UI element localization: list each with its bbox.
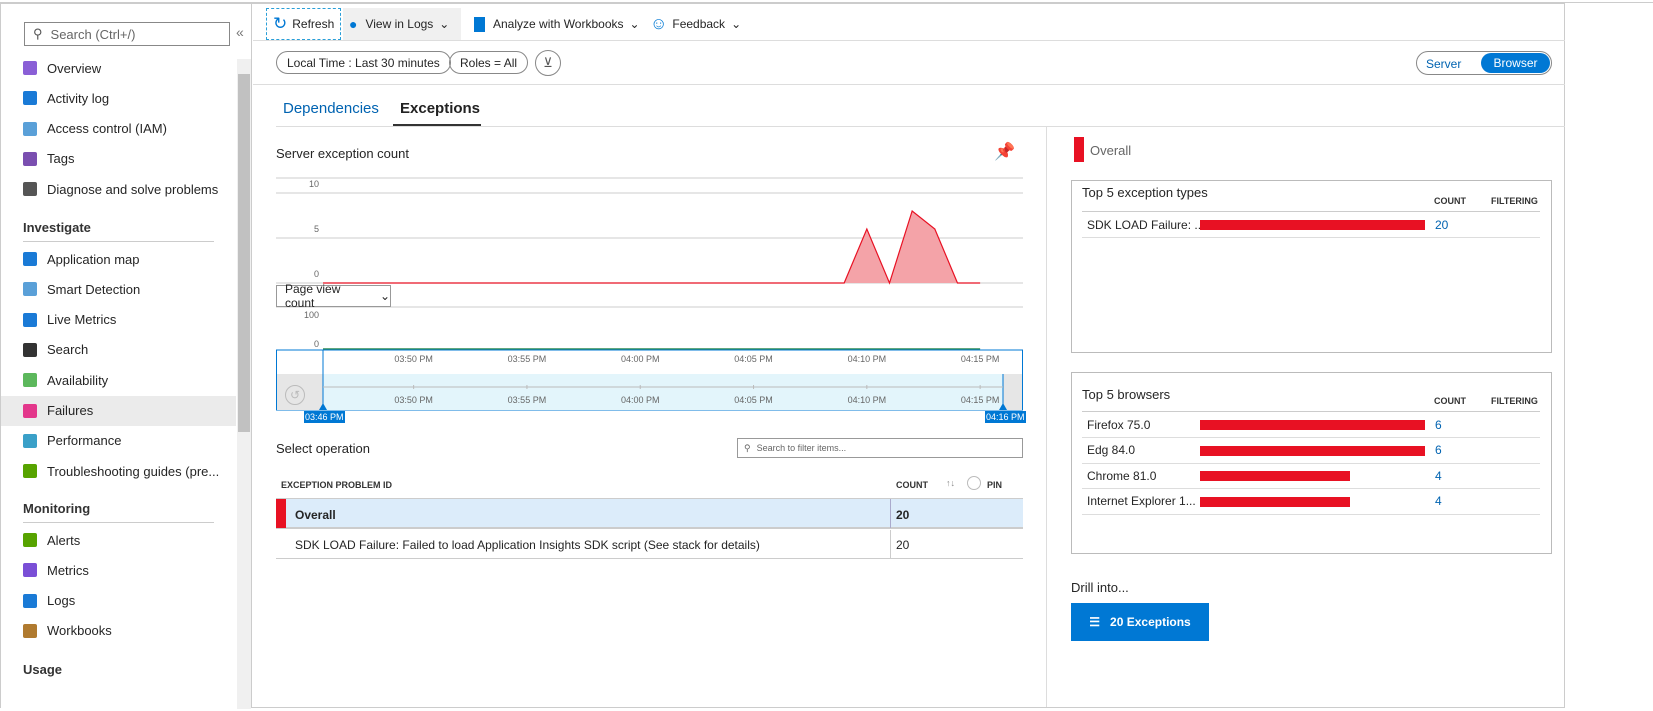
count-bar (1200, 420, 1425, 430)
row-count: 20 (896, 508, 910, 522)
top-exception-types-panel: Top 5 exception types COUNT FILTERING SD… (1071, 180, 1552, 353)
count-link[interactable]: 4 (1435, 494, 1442, 508)
list-item[interactable]: SDK LOAD Failure: ... 20 (1082, 212, 1540, 238)
count-bar (1200, 496, 1350, 507)
search-icon: ⚲ (744, 442, 751, 453)
overall-legend-label: Overall (1090, 143, 1132, 158)
x-tick-label: 04:05 PM (734, 354, 773, 364)
cell-divider (890, 530, 891, 559)
data-point (866, 228, 868, 230)
brush-end-label[interactable]: 04:16 PM (985, 411, 1026, 423)
count-header: COUNT (1434, 396, 1466, 406)
data-point (934, 228, 936, 230)
operation-search-input[interactable]: ⚲ Search to filter items... (737, 438, 1023, 458)
column-header-count[interactable]: COUNT (896, 480, 928, 490)
list-item[interactable]: Chrome 81.0 4 (1082, 463, 1540, 489)
reset-zoom-icon[interactable]: ↺ (285, 385, 305, 405)
x-tick-label: 04:00 PM (621, 354, 660, 364)
data-point (911, 210, 913, 212)
drill-into-title: Drill into... (1071, 580, 1129, 595)
exception-area (323, 211, 981, 283)
cell-divider (890, 499, 891, 528)
filtering-header: FILTERING (1491, 196, 1538, 206)
list-item[interactable]: Internet Explorer 1... 4 (1082, 489, 1540, 515)
x-tick-label: 03:50 PM (394, 354, 433, 364)
brush-tick-label: 04:15 PM (961, 395, 1000, 405)
count-link[interactable]: 6 (1435, 443, 1442, 457)
reset-icon[interactable] (967, 476, 981, 490)
column-header-id[interactable]: EXCEPTION PROBLEM ID (281, 480, 392, 490)
y-tick-label: 0 (314, 269, 319, 279)
row-count: 20 (896, 538, 910, 552)
y-tick-label: 5 (314, 224, 319, 234)
y-tick-label: 0 (314, 339, 319, 349)
x-tick-label: 04:15 PM (961, 354, 1000, 364)
brush-tick-label: 04:05 PM (734, 395, 773, 405)
brush-tick-label: 04:10 PM (848, 395, 887, 405)
x-tick-label: 03:55 PM (508, 354, 547, 364)
panel-title: Top 5 exception types (1082, 185, 1208, 200)
row-id: Overall (295, 508, 336, 522)
count-link[interactable]: 4 (1435, 469, 1442, 483)
overall-legend-swatch (1074, 137, 1084, 162)
count-bar (1200, 220, 1425, 230)
sort-icon[interactable]: ↑↓ (946, 478, 955, 488)
table-row[interactable]: SDK LOAD Failure: Failed to load Applica… (276, 530, 1023, 559)
count-link[interactable]: 6 (1435, 418, 1442, 432)
row-id: SDK LOAD Failure: Failed to load Applica… (295, 538, 760, 552)
top-browsers-panel: Top 5 browsers COUNT FILTERING Firefox 7… (1071, 372, 1552, 554)
brush-tick-label: 04:00 PM (621, 395, 660, 405)
brush-tick-label: 03:55 PM (508, 395, 547, 405)
filtering-header: FILTERING (1491, 396, 1538, 406)
panel-title: Top 5 browsers (1082, 387, 1171, 402)
overall-color-marker (276, 499, 286, 528)
list-item[interactable]: Edg 84.0 6 (1082, 438, 1540, 464)
count-bar (1200, 445, 1425, 456)
exception-chart: 10 5 0 100 0 03:50 PM 03:50 PM 03:55 PM 03:55 PM… (276, 177, 1023, 411)
y-tick-label: 10 (309, 179, 319, 189)
x-tick-label: 04:10 PM (848, 354, 887, 364)
select-operation-title: Select operation (276, 441, 370, 456)
drill-exceptions-button[interactable]: ☰ 20 Exceptions (1071, 603, 1209, 641)
brush-tick-label: 03:50 PM (394, 395, 433, 405)
chevron-down-icon: ⌄ (379, 289, 390, 303)
metric-select[interactable]: Page view count ⌄ (276, 282, 391, 310)
table-row[interactable]: Overall 20 (276, 498, 1023, 529)
count-header: COUNT (1434, 196, 1466, 206)
column-header-pin[interactable]: PIN (987, 480, 1002, 490)
count-bar (1200, 471, 1350, 481)
brush-right-handle-area (1003, 374, 1022, 410)
brush-start-label[interactable]: 03:46 PM (304, 411, 345, 423)
list-icon: ☰ (1089, 615, 1101, 629)
list-item[interactable]: Firefox 75.0 6 (1082, 412, 1540, 438)
count-link[interactable]: 20 (1435, 218, 1448, 232)
y-tick-label: 100 (304, 310, 319, 320)
